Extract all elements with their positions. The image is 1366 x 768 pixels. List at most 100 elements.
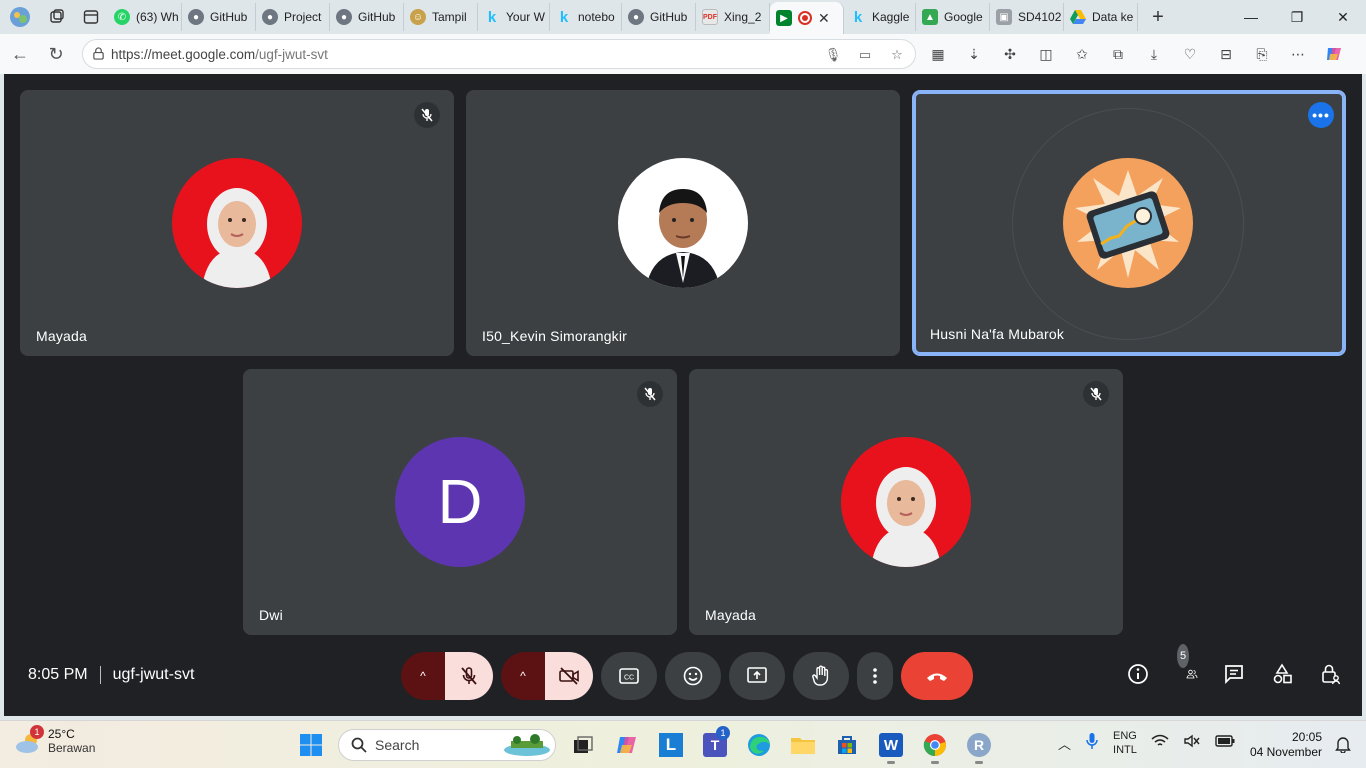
new-tab-button[interactable]: +: [1138, 0, 1178, 34]
leave-call-button[interactable]: [901, 652, 973, 700]
tab-pdf[interactable]: PDF Xing_2: [696, 3, 770, 31]
split-screen-icon[interactable]: ◫: [1036, 44, 1056, 64]
task-view-button[interactable]: [566, 728, 600, 762]
more-options-button[interactable]: [857, 652, 893, 700]
taskbar-search[interactable]: Search: [338, 729, 556, 761]
tab-your-work[interactable]: k Your W: [478, 3, 550, 31]
downloads-icon[interactable]: ⤓: [1144, 44, 1164, 64]
performance-icon[interactable]: ♡: [1180, 44, 1200, 64]
tab-kaggle[interactable]: k Kaggle: [844, 3, 916, 31]
host-controls-button[interactable]: [1318, 662, 1342, 686]
people-button[interactable]: 5: [1174, 644, 1198, 686]
chrome-button[interactable]: [918, 728, 952, 764]
kaggle-icon: k: [487, 8, 497, 26]
tab-actions-icon[interactable]: [74, 0, 108, 34]
start-button[interactable]: [294, 728, 328, 762]
tab-meet-active[interactable]: ▶ ✕: [770, 2, 844, 34]
participant-tile[interactable]: I50_Kevin Simorangkir: [466, 90, 900, 356]
lang-line-1: ENG: [1113, 730, 1137, 742]
tab-tampil[interactable]: ☺ Tampil: [404, 3, 478, 31]
mic-off-icon: [637, 381, 663, 407]
workspaces-icon[interactable]: [40, 0, 74, 34]
wifi-icon[interactable]: [1151, 734, 1169, 753]
participant-tile[interactable]: D Dwi: [243, 369, 677, 635]
raise-hand-button[interactable]: [793, 652, 849, 700]
tab-whatsapp[interactable]: ✆ (63) Wh: [108, 3, 182, 31]
microphone-icon[interactable]: 🎙: [823, 45, 843, 65]
activities-button[interactable]: [1270, 662, 1294, 686]
share-icon[interactable]: ⎘: [1252, 44, 1272, 64]
url-actions: 🎙 ▭ ☆: [823, 45, 907, 65]
edge-icon: [748, 734, 770, 756]
github-icon: ●: [262, 9, 278, 25]
profile-icon[interactable]: [0, 0, 40, 34]
extensions-puzzle-icon[interactable]: ✣: [1000, 44, 1020, 64]
tab-notebook[interactable]: k notebo: [550, 3, 622, 31]
word-button[interactable]: W: [874, 728, 908, 764]
svg-text:CC: CC: [624, 675, 634, 682]
microphone-tray-icon[interactable]: [1085, 732, 1099, 755]
copilot-taskbar-button[interactable]: [610, 728, 644, 762]
notification-bell-icon[interactable]: [1334, 735, 1352, 753]
participant-tile[interactable]: Mayada: [20, 90, 454, 356]
tab-google[interactable]: ▲ Google: [916, 3, 990, 31]
taskbar-clock[interactable]: 20:05 04 November: [1250, 730, 1322, 760]
tab-sd4102[interactable]: ▣ SD4102: [990, 3, 1064, 31]
l-app-button[interactable]: L: [654, 728, 688, 762]
r-app-button[interactable]: R: [962, 728, 996, 764]
reactions-button[interactable]: [665, 652, 721, 700]
show-hidden-icons-chevron-icon[interactable]: ︿: [1058, 734, 1071, 753]
split-icon[interactable]: ⇣: [964, 44, 984, 64]
sidebar-icon[interactable]: ⊟: [1216, 44, 1236, 64]
favorite-star-icon[interactable]: ☆: [887, 45, 907, 65]
present-button[interactable]: [729, 652, 785, 700]
extension-icon[interactable]: ▦: [928, 44, 948, 64]
back-button[interactable]: ←: [2, 36, 38, 72]
close-icon[interactable]: ✕: [818, 10, 830, 27]
participant-tile-active[interactable]: ••• Husni Na'fa Mubarok: [912, 90, 1346, 356]
people-icon: [1186, 669, 1198, 679]
tab-label: Data ke: [1092, 10, 1134, 24]
tab-drive[interactable]: Data ke: [1064, 3, 1138, 31]
camera-permission-icon[interactable]: ▭: [855, 45, 875, 65]
collections-icon[interactable]: ⧉: [1108, 44, 1128, 64]
call-controls: ^ ^ CC: [401, 652, 973, 700]
tab-github[interactable]: ● GitHub: [182, 3, 256, 31]
minimize-button[interactable]: —: [1228, 0, 1274, 34]
camera-options-chevron-icon[interactable]: ^: [501, 652, 545, 700]
copilot-icon[interactable]: [1324, 44, 1344, 64]
mic-options-chevron-icon[interactable]: ^: [401, 652, 445, 700]
l-app-icon: L: [659, 733, 683, 757]
weather-widget[interactable]: 1 25°C Berawan: [14, 725, 95, 755]
meeting-details-button[interactable]: [1126, 662, 1150, 686]
input-language[interactable]: ENG INTL: [1113, 729, 1137, 757]
more-options-button[interactable]: •••: [1308, 102, 1334, 128]
captions-button[interactable]: CC: [601, 652, 657, 700]
volume-muted-icon[interactable]: [1183, 734, 1201, 753]
battery-icon[interactable]: [1215, 734, 1235, 752]
favorites-icon[interactable]: ✩: [1072, 44, 1092, 64]
recording-icon: [798, 11, 812, 25]
window-close-button[interactable]: ✕: [1320, 0, 1366, 34]
weather-cloud-icon: 1: [14, 725, 44, 755]
reload-button[interactable]: ↻: [38, 36, 74, 72]
participant-tile[interactable]: Mayada: [689, 369, 1123, 635]
github-icon: ●: [628, 9, 644, 25]
more-icon[interactable]: ⋯: [1288, 44, 1308, 64]
chat-button[interactable]: [1222, 662, 1246, 686]
store-button[interactable]: [830, 728, 864, 762]
camera-toggle-button[interactable]: [545, 652, 593, 700]
edge-button[interactable]: [742, 728, 776, 762]
drive-icon: [1070, 9, 1086, 25]
tab-github-3[interactable]: ● GitHub: [622, 3, 696, 31]
tab-project[interactable]: ● Project: [256, 3, 330, 31]
lock-icon[interactable]: [92, 47, 105, 60]
restore-button[interactable]: ❐: [1274, 0, 1320, 34]
url-field[interactable]: https://meet.google.com/ugf-jwut-svt 🎙 ▭…: [82, 39, 916, 69]
lang-line-2: INTL: [1113, 744, 1137, 756]
kaggle-icon: k: [559, 8, 569, 26]
file-explorer-button[interactable]: [786, 728, 820, 762]
teams-button[interactable]: T 1: [698, 726, 732, 762]
tab-github-2[interactable]: ● GitHub: [330, 3, 404, 31]
mic-toggle-button[interactable]: [445, 652, 493, 700]
